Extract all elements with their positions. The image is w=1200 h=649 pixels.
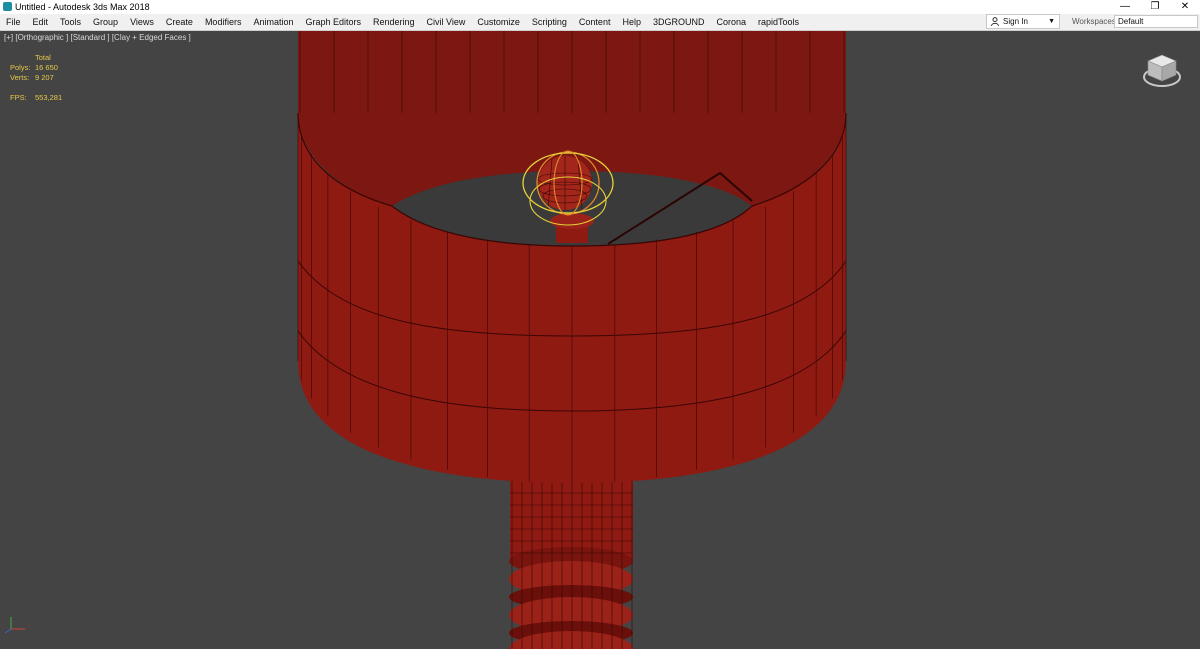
menu-3dground[interactable]: 3DGROUND [647,14,711,30]
workspaces-select[interactable]: Default [1114,15,1198,28]
menu-edit[interactable]: Edit [27,14,55,30]
verts-value: 9 207 [35,73,54,82]
fps-value: 553,281 [35,93,63,102]
workspaces-label: Workspaces: [1072,17,1119,26]
viewport-perspective[interactable]: [+] [Orthographic ] [Standard ] [Clay + … [0,31,1200,649]
restore-icon[interactable]: ❐ [1140,0,1170,14]
menu-file[interactable]: File [0,14,27,30]
menu-group[interactable]: Group [87,14,124,30]
menu-rapidtools[interactable]: rapidTools [752,14,805,30]
sign-in-dropdown[interactable]: Sign In ▼ [986,14,1060,29]
title-bar: Untitled - Autodesk 3ds Max 2018 — ❐ ✕ [0,0,1200,14]
close-icon[interactable]: ✕ [1170,0,1200,14]
verts-label: Verts: [10,73,30,82]
fps-label: FPS: [10,93,27,102]
menu-civil-view[interactable]: Civil View [421,14,472,30]
lamp-shade[interactable] [297,31,847,483]
viewcube-icon[interactable] [1140,49,1184,93]
app-icon [3,2,12,11]
menu-modifiers[interactable]: Modifiers [199,14,248,30]
menu-tools[interactable]: Tools [54,14,87,30]
viewport-label[interactable]: [+] [Orthographic ] [Standard ] [Clay + … [4,33,191,42]
menu-bar: File Edit Tools Group Views Create Modif… [0,14,1200,31]
window-title: Untitled - Autodesk 3ds Max 2018 [15,2,150,12]
axis-tripod-icon [4,617,25,634]
minimize-icon[interactable]: — [1110,0,1140,14]
menu-animation[interactable]: Animation [247,14,299,30]
user-icon [991,17,999,26]
lamp-base[interactable] [509,481,633,649]
scene-render[interactable] [0,31,1200,649]
menu-graph-editors[interactable]: Graph Editors [299,14,367,30]
polys-label: Polys: [10,63,31,72]
menu-rendering[interactable]: Rendering [367,14,421,30]
statistics-overlay: Total Polys: 16 650 Verts: 9 207 FPS: 553,2… [10,53,62,103]
window-controls: — ❐ ✕ [1110,0,1200,14]
menu-customize[interactable]: Customize [471,14,526,30]
polys-value: 16 650 [35,63,58,72]
chevron-down-icon: ▼ [1048,18,1055,25]
stats-header: Total [35,53,51,62]
menu-content[interactable]: Content [573,14,617,30]
menu-help[interactable]: Help [616,14,647,30]
menu-scripting[interactable]: Scripting [526,14,573,30]
sign-in-label: Sign In [1003,17,1028,26]
menu-create[interactable]: Create [160,14,199,30]
menu-corona[interactable]: Corona [710,14,752,30]
menu-views[interactable]: Views [124,14,160,30]
